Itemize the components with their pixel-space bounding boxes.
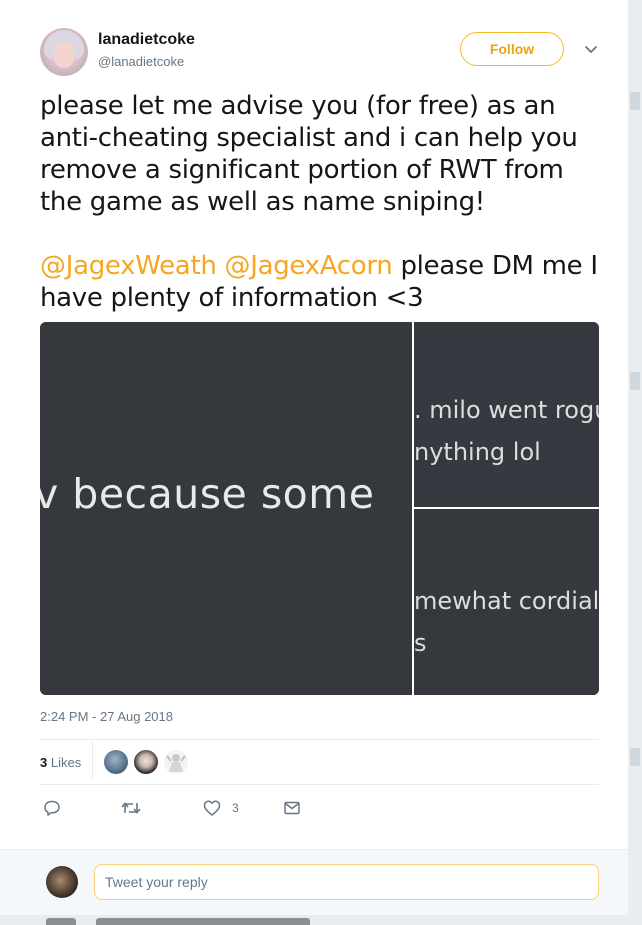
- media-bottom-right-line-1: mewhat cordial: [414, 587, 599, 615]
- retweet-icon: [121, 802, 141, 814]
- chevron-down-icon[interactable]: [582, 40, 600, 58]
- reply-icon: [44, 800, 60, 816]
- media-image-top-right[interactable]: . milo went rogu nything lol: [414, 322, 599, 507]
- tweet-text-paragraph-1: please let me advise you (for free) as a…: [40, 91, 578, 217]
- mention-link[interactable]: @JagexAcorn: [225, 251, 393, 281]
- background-element: [46, 918, 76, 925]
- background-element: [630, 748, 640, 766]
- media-image-left[interactable]: v because some: [40, 322, 412, 695]
- tweet-text: please let me advise you (for free) as a…: [40, 90, 610, 314]
- reply-composer: Tweet your reply: [0, 849, 628, 915]
- likes-label: Likes: [50, 755, 82, 770]
- tweet-timestamp[interactable]: 2:24 PM - 27 Aug 2018: [40, 709, 173, 724]
- mention-link[interactable]: @JagexWeath: [40, 251, 217, 281]
- page-background-strip: [628, 0, 642, 925]
- divider: [40, 739, 599, 740]
- liker-avatar[interactable]: [164, 750, 188, 774]
- liker-figure-icon: [166, 754, 186, 772]
- background-element: [96, 918, 310, 925]
- background-element: [630, 372, 640, 390]
- like-count: 3: [232, 801, 239, 815]
- liker-avatar[interactable]: [104, 750, 128, 774]
- author-avatar[interactable]: [40, 28, 88, 76]
- author-handle[interactable]: @lanadietcoke: [98, 54, 184, 69]
- likes-stat[interactable]: 3 Likes: [40, 755, 81, 770]
- liker-avatar[interactable]: [134, 750, 158, 774]
- media-bottom-right-line-2: s: [414, 629, 427, 657]
- media-left-text: v because some: [40, 470, 375, 518]
- background-element: [630, 92, 640, 110]
- direct-message-button[interactable]: [283, 798, 301, 818]
- tweet-media[interactable]: v because some . milo went rogu nything …: [40, 322, 599, 695]
- media-image-bottom-right[interactable]: mewhat cordial s: [414, 509, 599, 695]
- media-top-right-line-1: . milo went rogu: [414, 396, 599, 424]
- like-button[interactable]: 3: [202, 798, 239, 818]
- follow-button[interactable]: Follow: [460, 32, 564, 66]
- likes-count: 3: [40, 755, 48, 770]
- divider: [40, 784, 599, 785]
- avatar-face: [54, 42, 74, 68]
- tweet-card: lanadietcoke @lanadietcoke Follow please…: [0, 0, 629, 915]
- divider: [92, 742, 93, 780]
- reply-button[interactable]: [42, 798, 62, 818]
- envelope-icon: [284, 801, 300, 815]
- media-top-right-line-2: nything lol: [414, 438, 541, 466]
- reply-input[interactable]: Tweet your reply: [94, 864, 599, 900]
- tweet-text-paragraph-2: @JagexWeath @JagexAcorn please DM me I h…: [40, 250, 610, 314]
- page-background-strip: [0, 915, 628, 925]
- current-user-avatar[interactable]: [46, 866, 78, 898]
- heart-icon: [203, 800, 221, 816]
- author-display-name[interactable]: lanadietcoke: [98, 31, 195, 49]
- retweet-button[interactable]: [120, 798, 142, 818]
